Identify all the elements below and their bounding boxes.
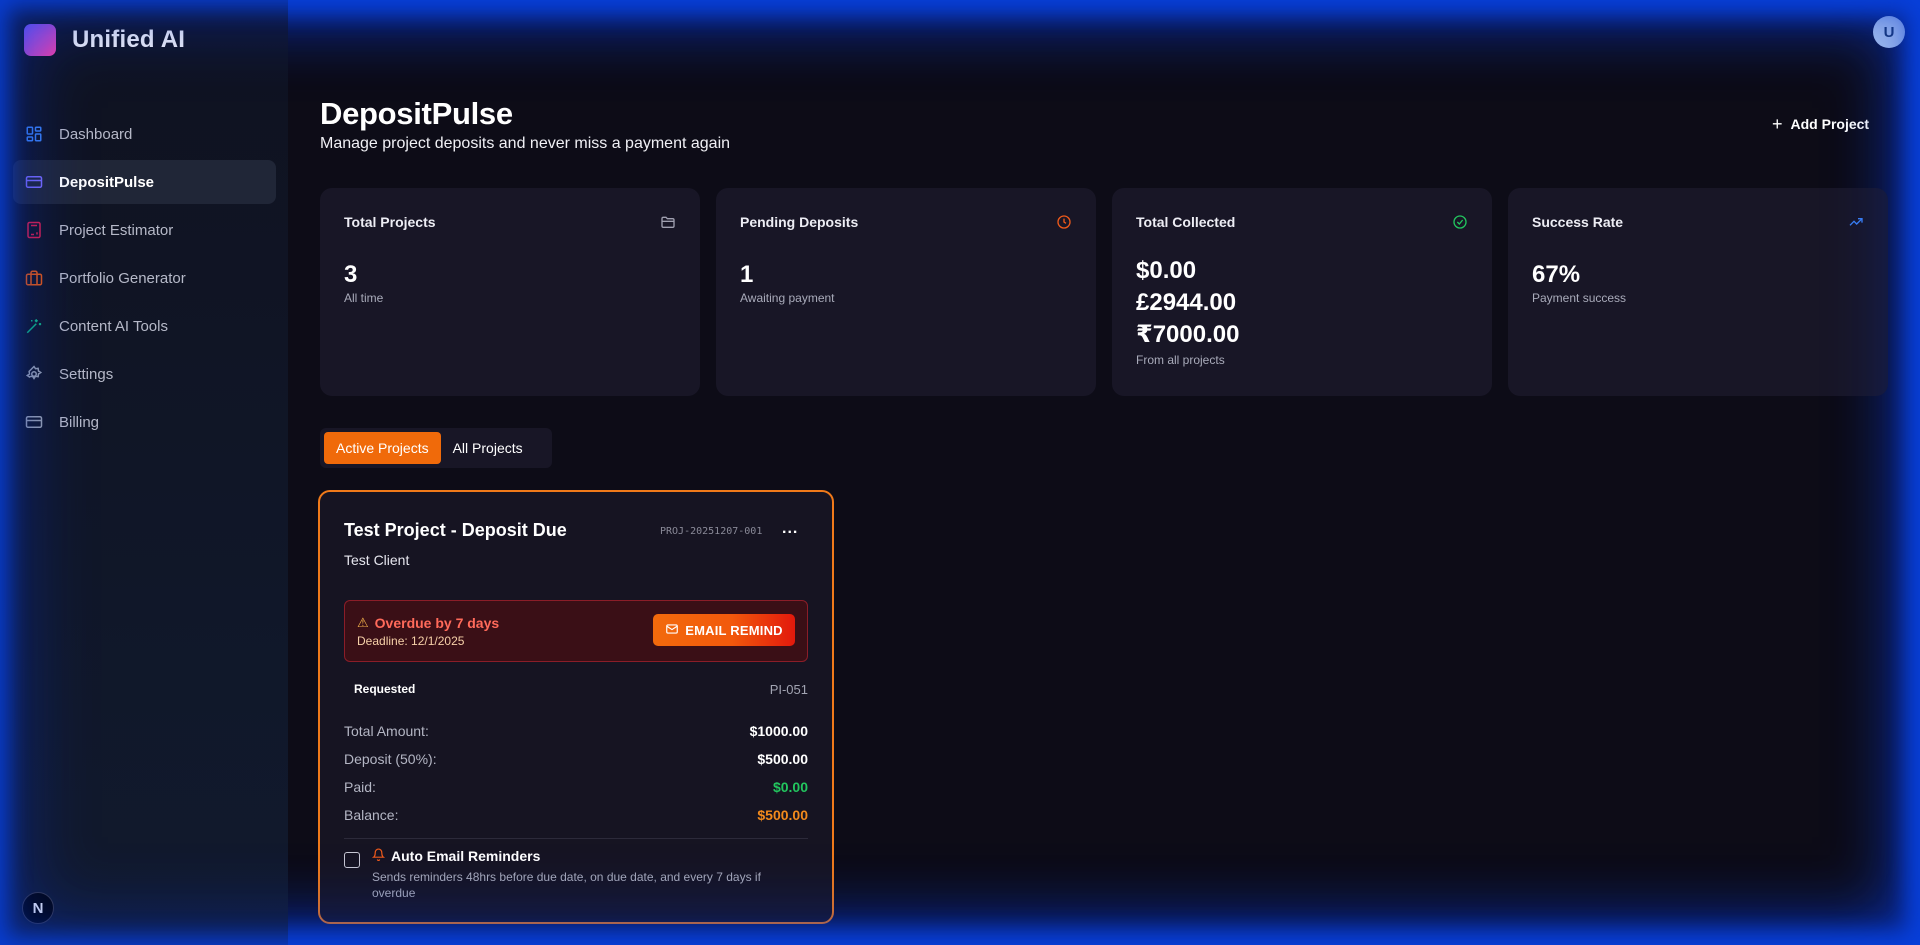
brand-name: Unified AI (72, 26, 186, 53)
sidebar-item-label: Settings (59, 365, 114, 383)
row-total-amount: Total Amount: $1000.00 (344, 717, 808, 745)
alert-title-text: Overdue by 7 days (374, 615, 500, 631)
sidebar-item-dashboard[interactable]: Dashboard (13, 112, 276, 156)
amount-rows: Total Amount: $1000.00 Deposit (50%): $5… (344, 717, 808, 829)
stat-card-total-projects: Total Projects 3 All time (320, 188, 700, 396)
calculator-icon (25, 221, 43, 239)
auto-reminders-description: Sends reminders 48hrs before due date, o… (372, 870, 761, 900)
stats-row: Total Projects 3 All time Pending Deposi… (320, 188, 1888, 396)
sidebar-nav: Dashboard DepositPulse Project Estimator… (13, 112, 276, 448)
stat-value-gbp: £2944.00 (1136, 289, 1237, 316)
tab-active-projects[interactable]: Active Projects (324, 432, 441, 464)
row-label: Deposit (50%): (344, 751, 437, 767)
stat-card-pending-deposits: Pending Deposits 1 Awaiting payment (716, 188, 1096, 396)
sidebar-item-label: Portfolio Generator (59, 269, 186, 287)
alert-deadline: Deadline: 12/1/2025 (357, 634, 465, 648)
project-client: Test Client (344, 552, 410, 568)
row-value: $0.00 (772, 779, 808, 795)
sidebar-item-label: Dashboard (59, 125, 133, 143)
row-label: Total Amount: (344, 723, 429, 739)
email-remind-label: EMAIL REMIND (685, 622, 783, 638)
row-value: $1000.00 (749, 723, 808, 739)
stat-caption: Awaiting payment (740, 291, 835, 305)
stat-value: 3 (344, 261, 358, 288)
stat-card-success-rate: Success Rate 67% Payment success (1508, 188, 1888, 396)
app-frame: Unified AI Dashboard DepositPulse Projec… (0, 0, 1920, 945)
sidebar-item-portfolio-generator[interactable]: Portfolio Generator (13, 256, 276, 300)
stat-value-inr: ₹7000.00 (1136, 321, 1240, 348)
stat-value: 1 (740, 261, 754, 288)
row-value: $500.00 (757, 751, 808, 767)
bell-icon (371, 848, 386, 864)
next-badge-icon[interactable]: N (22, 892, 54, 924)
mail-icon (665, 622, 679, 639)
stat-value-usd: $0.00 (1136, 257, 1197, 284)
auto-reminders-checkbox[interactable] (344, 852, 360, 868)
user-avatar[interactable]: U (1873, 16, 1905, 48)
alert-title: ⚠ Overdue by 7 days (357, 615, 499, 631)
stat-values: $0.00 £2944.00 ₹7000.00 (1136, 255, 1468, 351)
row-deposit: Deposit (50%): $500.00 (344, 745, 808, 773)
clock-icon (1056, 214, 1072, 230)
sidebar-item-label: DepositPulse (59, 173, 155, 191)
stat-card-total-collected: Total Collected $0.00 £2944.00 ₹7000.00 … (1112, 188, 1492, 396)
project-tabs: Active Projects All Projects (320, 428, 552, 468)
sidebar-item-content-ai-tools[interactable]: Content AI Tools (13, 304, 276, 348)
stat-caption: All time (344, 291, 384, 305)
brand-logo-icon (24, 24, 56, 56)
card-icon (25, 413, 43, 431)
sidebar-item-project-estimator[interactable]: Project Estimator (13, 208, 276, 252)
stat-value: 67% (1532, 261, 1581, 288)
row-label: Paid: (344, 779, 376, 795)
page-subtitle: Manage project deposits and never miss a… (320, 135, 731, 152)
warning-icon: ⚠ (357, 615, 369, 630)
stat-caption: Payment success (1532, 291, 1627, 305)
add-project-button[interactable]: + Add Project (1772, 115, 1869, 133)
more-options-button[interactable]: ... (782, 520, 798, 538)
sidebar-item-label: Billing (59, 413, 100, 431)
sidebar-item-billing[interactable]: Billing (13, 400, 276, 444)
stat-label: Total Collected (1136, 214, 1236, 230)
sidebar-item-settings[interactable]: Settings (13, 352, 276, 396)
sidebar-item-label: Content AI Tools (59, 317, 168, 335)
invoice-number: PI-051 (769, 682, 808, 697)
stat-label: Success Rate (1532, 214, 1624, 230)
card-icon (25, 173, 43, 191)
status-badge: Requested (354, 682, 416, 696)
plus-icon: + (1772, 114, 1783, 134)
briefcase-icon (25, 269, 43, 287)
stat-caption: From all projects (1136, 353, 1225, 367)
row-label: Balance: (344, 807, 399, 823)
divider (344, 838, 808, 839)
auto-reminders-label: Auto Email Reminders (391, 848, 541, 864)
sidebar-item-label: Project Estimator (59, 221, 174, 239)
tab-all-projects[interactable]: All Projects (441, 432, 535, 464)
folder-icon (660, 214, 676, 230)
row-paid: Paid: $0.00 (344, 773, 808, 801)
project-title: Test Project - Deposit Due (344, 520, 567, 540)
wand-icon (25, 317, 43, 335)
row-balance: Balance: $500.00 (344, 801, 808, 829)
trending-up-icon (1848, 214, 1864, 230)
overdue-alert: ⚠ Overdue by 7 days Deadline: 12/1/2025 … (344, 600, 808, 662)
brand[interactable]: Unified AI (24, 24, 185, 56)
sidebar-item-depositpulse[interactable]: DepositPulse (13, 160, 276, 204)
stat-label: Total Projects (344, 214, 436, 230)
page-title: DepositPulse (320, 96, 513, 131)
check-circle-icon (1452, 214, 1468, 230)
stat-label: Pending Deposits (740, 214, 859, 230)
row-value: $500.00 (757, 807, 808, 823)
project-card[interactable]: Test Project - Deposit Due PROJ-20251207… (318, 490, 834, 924)
email-remind-button[interactable]: EMAIL REMIND (653, 614, 795, 646)
sidebar: Unified AI Dashboard DepositPulse Projec… (0, 0, 288, 945)
grid-icon (25, 125, 43, 143)
project-id: PROJ-20251207-001 (660, 526, 763, 537)
gear-icon (25, 365, 43, 383)
auto-reminders-title: Auto Email Reminders (371, 848, 541, 864)
add-project-label: Add Project (1790, 116, 1870, 132)
